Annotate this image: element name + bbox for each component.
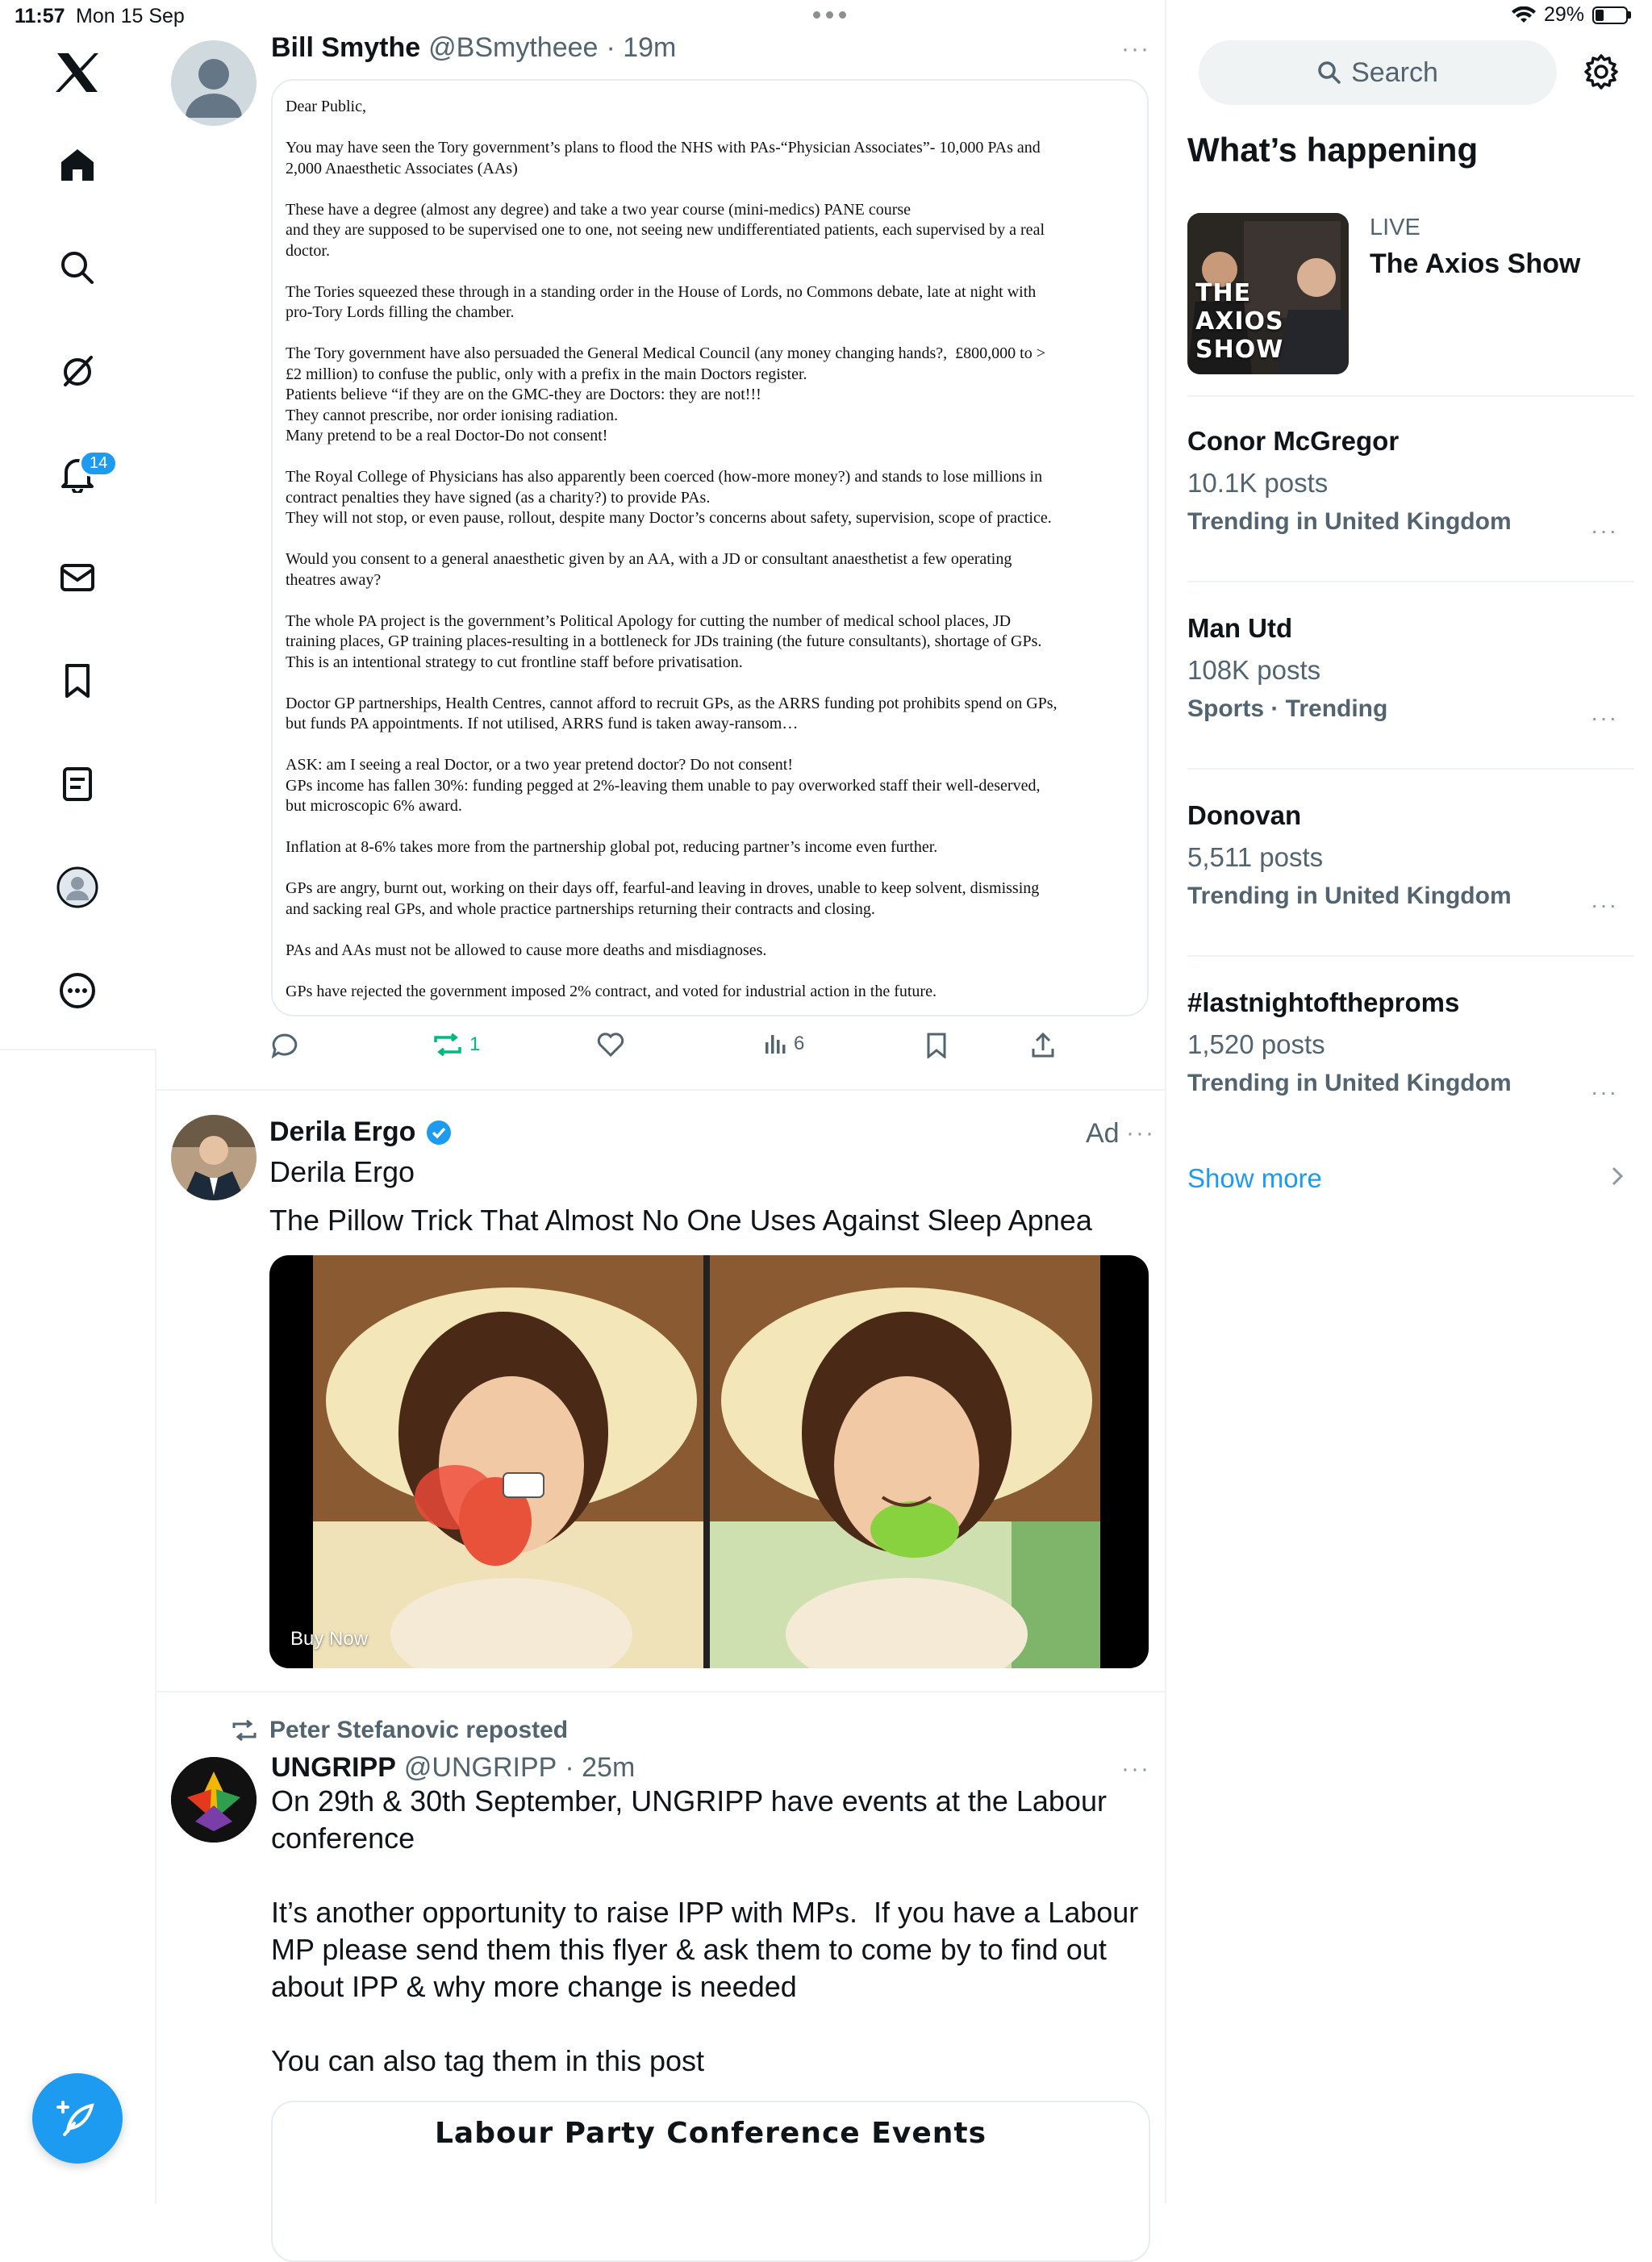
trend-more-icon[interactable]: ···: [1591, 518, 1618, 544]
live-title[interactable]: The Axios Show: [1370, 248, 1580, 280]
grok-icon[interactable]: [48, 342, 106, 400]
settings-gear-icon[interactable]: [1583, 53, 1620, 94]
tweet-flyer-image[interactable]: Labour Party Conference Events: [271, 2101, 1150, 2262]
repost-icon: [232, 1720, 257, 1741]
repost-icon: [434, 1033, 461, 1057]
repost-button[interactable]: 1: [432, 1033, 480, 1057]
search-icon: [1318, 61, 1341, 84]
notification-badge: 14: [79, 450, 119, 477]
views-count: 6: [794, 1033, 805, 1054]
status-right: 29%: [1511, 3, 1631, 27]
profile-icon[interactable]: [48, 858, 106, 916]
flyer-title: Labour Party Conference Events: [434, 2117, 987, 2150]
document-text: Dear Public, You may have seen the Tory …: [286, 98, 1058, 1000]
avatar[interactable]: [171, 1115, 257, 1200]
trend-title: Conor McGregor: [1187, 426, 1400, 456]
tweet-document-image[interactable]: Dear Public, You may have seen the Tory …: [271, 79, 1149, 1016]
views-chart-icon: [766, 1035, 786, 1054]
ad-header: Derila Ergo: [269, 1116, 453, 1148]
trend-category: Trending in United Kingdom: [1187, 1070, 1512, 1096]
trend-count: 10.1K posts: [1187, 468, 1329, 498]
repost-context: Peter Stefanovic reposted: [231, 1717, 568, 1744]
verified-badge-icon: [427, 1120, 452, 1145]
trend-count: 1,520 posts: [1187, 1029, 1325, 1059]
tweet-text: On 29th & 30th September, UNGRIPP have e…: [271, 1784, 1139, 2077]
avatar[interactable]: [171, 40, 257, 126]
share-button[interactable]: [1031, 1033, 1055, 1058]
buy-now-label[interactable]: Buy Now: [290, 1628, 368, 1651]
left-nav: 14: [0, 0, 155, 1050]
trend-item[interactable]: Conor McGregor 10.1K posts Trending in U…: [1187, 426, 1634, 555]
ad-image[interactable]: Buy Now: [269, 1255, 1149, 1668]
like-button[interactable]: [597, 1033, 624, 1057]
author-name[interactable]: UNGRIPP: [271, 1752, 396, 1784]
advertiser-name[interactable]: Derila Ergo: [269, 1116, 415, 1148]
trend-more-icon[interactable]: ···: [1591, 892, 1618, 918]
home-icon[interactable]: [48, 136, 106, 194]
messages-icon[interactable]: [48, 549, 106, 607]
live-thumbnail[interactable]: THE AXIOS SHOW: [1187, 213, 1349, 374]
wifi-icon: [1511, 6, 1536, 23]
tweet-more-icon[interactable]: ···: [1121, 35, 1150, 63]
trend-item[interactable]: #lastnightoftheproms 1,520 posts Trendin…: [1187, 987, 1634, 1116]
trend-category: Trending in United Kingdom: [1187, 508, 1512, 535]
trend-category: Sports · Trending: [1187, 695, 1388, 722]
trend-item[interactable]: Donovan 5,511 posts Trending in United K…: [1187, 800, 1634, 929]
repost-count: 1: [469, 1033, 481, 1055]
bookmark-icon: [927, 1033, 946, 1058]
show-more-link[interactable]: Show more: [1187, 1163, 1322, 1194]
x-logo-icon[interactable]: [48, 44, 106, 102]
views-button[interactable]: 6: [763, 1033, 804, 1055]
reply-button[interactable]: [271, 1033, 298, 1058]
author-handle[interactable]: @UNGRIPP: [404, 1752, 557, 1784]
trend-title: Man Utd: [1187, 613, 1293, 643]
search-input[interactable]: Search: [1199, 40, 1557, 105]
explore-search-icon[interactable]: [48, 239, 106, 297]
chevron-right-icon: [1610, 1165, 1625, 1192]
compose-post-button[interactable]: [32, 2073, 123, 2164]
live-label: LIVE: [1370, 215, 1420, 240]
bookmark-button[interactable]: [926, 1033, 947, 1058]
battery-percent: 29%: [1543, 3, 1584, 26]
author-handle[interactable]: @BSmytheee: [428, 32, 598, 64]
bookmarks-icon[interactable]: [48, 652, 106, 710]
search-placeholder: Search: [1351, 56, 1438, 88]
author-name[interactable]: Bill Smythe: [271, 32, 420, 64]
whats-happening-heading: What’s happening: [1187, 131, 1479, 169]
tweet-more-icon[interactable]: ···: [1121, 1755, 1150, 1783]
share-icon: [1032, 1033, 1054, 1058]
tweet-more-icon[interactable]: ···: [1126, 1120, 1155, 1147]
trend-more-icon[interactable]: ···: [1591, 705, 1618, 731]
trend-item[interactable]: Man Utd 108K posts Sports · Trending ···: [1187, 613, 1634, 742]
tweet-time[interactable]: · 25m: [565, 1752, 635, 1784]
more-options-icon[interactable]: [48, 962, 106, 1020]
tweet-actions: 1 6: [271, 1033, 1078, 1065]
multitasking-grabber[interactable]: [813, 11, 846, 19]
thumbnail-caption: THE AXIOS SHOW: [1195, 279, 1284, 364]
trend-count: 5,511 posts: [1187, 842, 1324, 872]
ad-label: Ad: [1086, 1118, 1120, 1149]
tweet-header: UNGRIPP @UNGRIPP · 25m: [271, 1752, 635, 1784]
reply-icon: [271, 1033, 298, 1058]
ad-subtitle: Derila Ergo: [269, 1155, 415, 1188]
trend-count: 108K posts: [1187, 655, 1321, 685]
battery-icon: [1592, 6, 1628, 24]
trend-title: Donovan: [1187, 800, 1302, 830]
tweet-header: Bill Smythe @BSmytheee · 19m: [271, 32, 676, 64]
lists-icon[interactable]: [48, 755, 106, 813]
tweet-time[interactable]: · 19m: [606, 32, 676, 64]
trend-title: #lastnightoftheproms: [1187, 987, 1460, 1017]
ad-text: The Pillow Trick That Almost No One Uses…: [269, 1204, 1092, 1237]
reposted-by-label[interactable]: Peter Stefanovic reposted: [269, 1717, 568, 1744]
avatar[interactable]: [171, 1757, 257, 1843]
heart-icon: [597, 1033, 624, 1057]
compose-feather-icon: [56, 2101, 94, 2136]
trend-more-icon[interactable]: ···: [1591, 1079, 1618, 1105]
trend-category: Trending in United Kingdom: [1187, 883, 1512, 909]
